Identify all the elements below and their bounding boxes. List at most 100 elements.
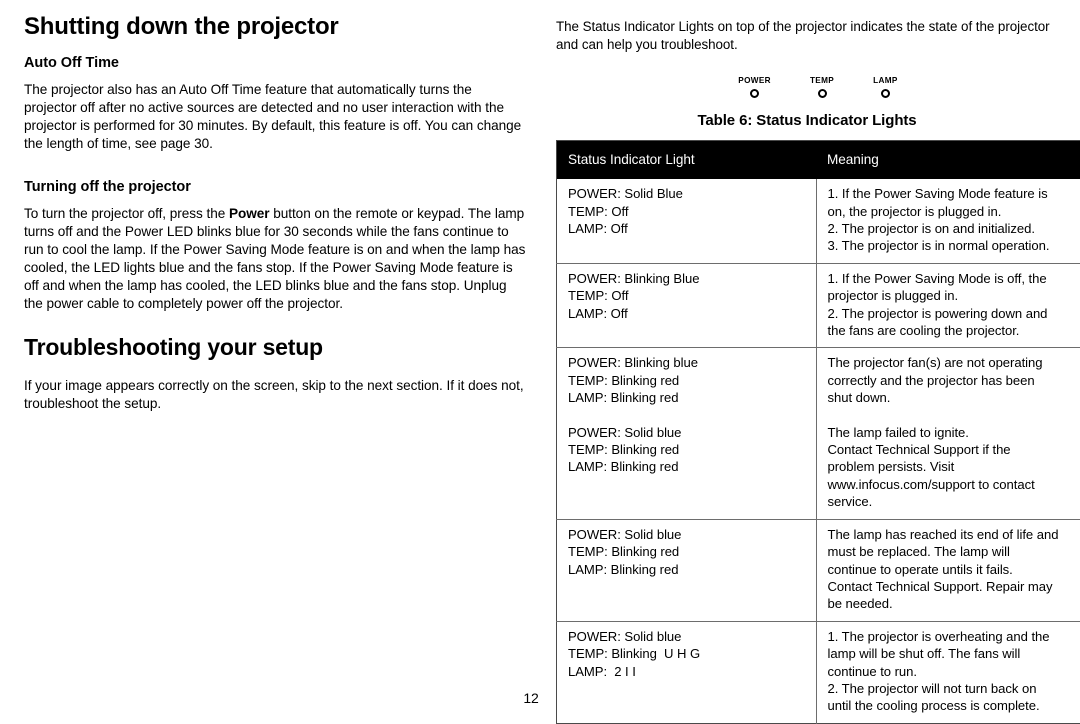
- paragraph-troubleshooting: If your image appears correctly on the s…: [24, 377, 526, 413]
- cell-text-line: continue to run.: [828, 663, 1072, 680]
- table-column-header-status: Status Indicator Light: [557, 141, 817, 180]
- document-page: Shutting down the projector Auto Off Tim…: [0, 0, 1080, 720]
- led-label-power: POWER: [738, 77, 771, 85]
- subsection-turning-off-projector: Turning off the projector: [24, 179, 526, 196]
- led-ring-icon: [750, 89, 759, 98]
- cell-text-line: POWER: Blinking Blue: [568, 270, 807, 287]
- table-cell-meaning: 1. If the Power Saving Mode is off, thep…: [816, 263, 1080, 348]
- cell-text-line: 2. The projector is powering down and: [828, 305, 1072, 322]
- cell-text-block: POWER: Solid BlueTEMP: OffLAMP: Off: [568, 185, 807, 237]
- cell-text-line: TEMP: Blinking red: [568, 543, 807, 560]
- cell-text-line: the fans are cooling the projector.: [828, 322, 1072, 339]
- cell-text-line: 1. If the Power Saving Mode is off, the: [828, 270, 1072, 287]
- cell-text-block: POWER: Blinking blueTEMP: Blinking redLA…: [568, 354, 807, 406]
- table-cell-status: POWER: Solid blueTEMP: Blinking redLAMP:…: [557, 519, 817, 621]
- cell-text-line: TEMP: Blinking red: [568, 372, 807, 389]
- table-row: POWER: Blinking BlueTEMP: OffLAMP: Off 1.…: [557, 263, 1080, 348]
- cell-text-line: POWER: Blinking blue: [568, 354, 807, 371]
- cell-text-line: 1. If the Power Saving Mode feature is: [828, 185, 1072, 202]
- table-body: POWER: Solid BlueTEMP: OffLAMP: Off1. If…: [557, 179, 1080, 723]
- cell-text-block: 1. If the Power Saving Mode is off, thep…: [828, 270, 1072, 340]
- cell-text-block: The lamp has reached its end of life and…: [828, 526, 1072, 613]
- cell-text-line: LAMP: Blinking red: [568, 561, 807, 578]
- table-cell-meaning: 1. If the Power Saving Mode feature ison…: [816, 179, 1080, 263]
- paragraph-turning-off-projector: To turn the projector off, press the Pow…: [24, 205, 526, 314]
- cell-text-block: The projector fan(s) are not operatingco…: [828, 354, 1072, 406]
- paragraph-text-rest: button on the remote or keypad. The lamp…: [24, 206, 525, 311]
- page-title: Shutting down the projector: [24, 14, 526, 41]
- cell-text-line: The projector fan(s) are not operating: [828, 354, 1072, 371]
- spacer: [24, 313, 526, 335]
- status-indicator-diagram: POWER TEMP LAMP: [556, 77, 1058, 98]
- cell-text-line: LAMP: Off: [568, 220, 807, 237]
- cell-text-line: POWER: Solid blue: [568, 628, 807, 645]
- cell-text-line: shut down.: [828, 389, 1072, 406]
- led-label-temp: TEMP: [810, 77, 834, 85]
- table-header-row: Status Indicator Light Meaning: [557, 141, 1080, 180]
- led-indicator-temp: TEMP: [810, 77, 834, 98]
- cell-text-line: POWER: Solid blue: [568, 424, 807, 441]
- table-row: POWER: Solid blueTEMP: Blinking U H GLAM…: [557, 621, 1080, 723]
- cell-text-line: POWER: Solid Blue: [568, 185, 807, 202]
- section-title-troubleshooting: Troubleshooting your setup: [24, 335, 526, 361]
- left-column: Shutting down the projector Auto Off Tim…: [24, 14, 526, 413]
- led-ring-icon: [881, 89, 890, 98]
- table-head: Status Indicator Light Meaning: [557, 141, 1080, 180]
- cell-text-line: 1. The projector is overheating and the: [828, 628, 1072, 645]
- table-cell-meaning: 1. The projector is overheating and thel…: [816, 621, 1080, 723]
- cell-text-block: POWER: Solid blueTEMP: Blinking redLAMP:…: [568, 424, 807, 476]
- table-cell-status: POWER: Blinking BlueTEMP: OffLAMP: Off: [557, 263, 817, 348]
- cell-text-line: 3. The projector is in normal operation.: [828, 237, 1072, 254]
- cell-text-line: TEMP: Blinking U H G: [568, 645, 807, 662]
- table-cell-status: POWER: Blinking blueTEMP: Blinking redLA…: [557, 348, 817, 519]
- cell-text-line: LAMP: Off: [568, 305, 807, 322]
- cell-text-line: be needed.: [828, 595, 1072, 612]
- led-label-lamp: LAMP: [873, 77, 898, 85]
- cell-text-line: correctly and the projector has been: [828, 372, 1072, 389]
- cell-text-line: Contact Technical Support. Repair may: [828, 578, 1072, 595]
- led-indicator-power: POWER: [738, 77, 771, 98]
- led-ring-icon: [818, 89, 827, 98]
- page-number: 12: [0, 690, 1062, 706]
- cell-text-line: LAMP: Blinking red: [568, 389, 807, 406]
- cell-text-line: www.infocus.com/support to contact: [828, 476, 1072, 493]
- table-row: POWER: Solid blueTEMP: Blinking redLAMP:…: [557, 519, 1080, 621]
- cell-text-line: must be replaced. The lamp will: [828, 543, 1072, 560]
- paragraph-status-indicator-intro: The Status Indicator Lights on top of th…: [556, 18, 1058, 54]
- subsection-auto-off-time: Auto Off Time: [24, 55, 526, 72]
- cell-text-line: The lamp failed to ignite.: [828, 424, 1072, 441]
- cell-text-line: LAMP: 2 I I: [568, 663, 807, 680]
- cell-text-line: The lamp has reached its end of life and: [828, 526, 1072, 543]
- power-button-emphasis: Power: [229, 206, 270, 221]
- cell-text-line: Contact Technical Support if the: [828, 441, 1072, 458]
- table-row: POWER: Solid BlueTEMP: OffLAMP: Off 1. If…: [557, 179, 1080, 263]
- right-column: The Status Indicator Lights on top of th…: [556, 18, 1058, 724]
- table-cell-status: POWER: Solid blueTEMP: Blinking U H GLAM…: [557, 621, 817, 723]
- cell-text-block: 1. If the Power Saving Mode feature ison…: [828, 185, 1072, 255]
- spacer: [24, 153, 526, 179]
- cell-text-line: projector is plugged in.: [828, 287, 1072, 304]
- table-caption: Table 6: Status Indicator Lights: [556, 112, 1058, 129]
- cell-text-block: POWER: Solid blueTEMP: Blinking redLAMP:…: [568, 526, 807, 578]
- table-row: POWER: Blinking blueTEMP: Blinking redLA…: [557, 348, 1080, 519]
- paragraph-auto-off-time: The projector also has an Auto Off Time …: [24, 81, 526, 153]
- cell-text-line: service.: [828, 493, 1072, 510]
- cell-text-line: POWER: Solid blue: [568, 526, 807, 543]
- cell-text-line: on, the projector is plugged in.: [828, 203, 1072, 220]
- cell-text-line: problem persists. Visit: [828, 458, 1072, 475]
- status-indicator-lights-table: Status Indicator Light Meaning POWER: So…: [556, 140, 1080, 724]
- cell-text-line: TEMP: Off: [568, 287, 807, 304]
- table-cell-status: POWER: Solid BlueTEMP: OffLAMP: Off: [557, 179, 817, 263]
- cell-text-line: LAMP: Blinking red: [568, 458, 807, 475]
- cell-text-line: continue to operate untils it fails.: [828, 561, 1072, 578]
- table-cell-meaning: The lamp has reached its end of life and…: [816, 519, 1080, 621]
- cell-text-line: TEMP: Blinking red: [568, 441, 807, 458]
- paragraph-text-lead: To turn the projector off, press the: [24, 206, 229, 221]
- cell-text-block: The lamp failed to ignite.Contact Techni…: [828, 424, 1072, 511]
- cell-text-block: POWER: Solid blueTEMP: Blinking U H GLAM…: [568, 628, 807, 680]
- cell-text-line: 2. The projector is on and initialized.: [828, 220, 1072, 237]
- table-cell-meaning: The projector fan(s) are not operatingco…: [816, 348, 1080, 519]
- cell-text-block: POWER: Blinking BlueTEMP: OffLAMP: Off: [568, 270, 807, 322]
- table-column-header-meaning: Meaning: [816, 141, 1080, 180]
- cell-text-line: lamp will be shut off. The fans will: [828, 645, 1072, 662]
